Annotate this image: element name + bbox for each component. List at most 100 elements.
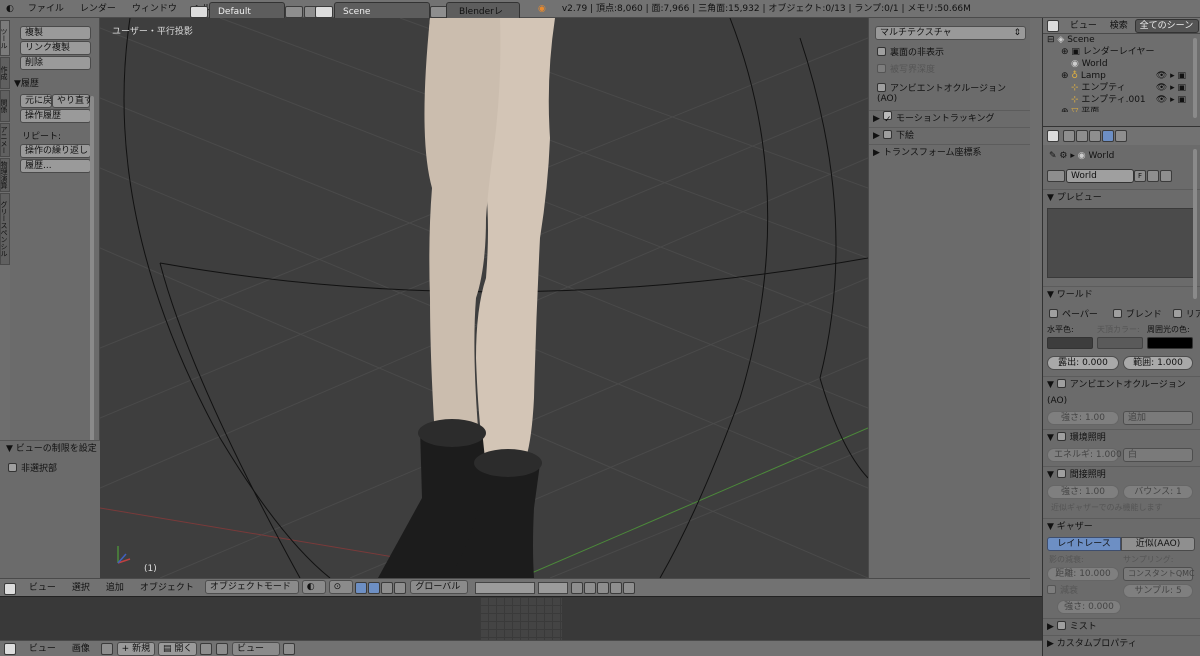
world-panel-header[interactable]: ▼ ワールド — [1043, 286, 1200, 303]
ao-checkbox[interactable] — [877, 83, 886, 92]
motion-tracking-header[interactable]: ▶ ✓ モーショントラッキング — [869, 110, 1030, 127]
blender-icon[interactable]: ◐ — [0, 0, 20, 18]
world-browse-icon[interactable] — [1047, 169, 1065, 182]
undo-history-button[interactable]: 操作履歴 — [20, 109, 91, 123]
env-panel-header[interactable]: ▼ 環境照明 — [1043, 429, 1200, 446]
editor-type-icon[interactable] — [4, 582, 16, 595]
gather-panel-header[interactable]: ▼ ギャザー — [1043, 518, 1200, 535]
image-menu-image[interactable]: 画像 — [64, 641, 98, 656]
mist-enable-checkbox[interactable] — [1056, 621, 1066, 630]
ao-blend-dropdown[interactable]: 追加 — [1123, 411, 1193, 425]
transform-orientation-header[interactable]: ▶ トランスフォーム座標系 — [869, 144, 1030, 161]
duplicate-button[interactable]: 複製 — [20, 26, 91, 40]
image-menu-view[interactable]: ビュー — [21, 641, 64, 656]
real-option[interactable]: リアルス — [1172, 309, 1200, 320]
menu-add[interactable]: 追加 — [98, 579, 132, 597]
unselected-checkbox[interactable] — [8, 463, 17, 472]
motion-tracking-checkbox[interactable]: ✓ — [883, 111, 892, 125]
layer-buttons[interactable] — [475, 581, 536, 594]
render-preview-icon[interactable] — [622, 581, 635, 594]
dof-checkbox[interactable] — [877, 64, 886, 73]
menu-file[interactable]: ファイル — [20, 0, 72, 18]
outliner-row-lamp[interactable]: ⊕ ♁ Lamp 👁 ▸ ▣ — [1047, 70, 1200, 82]
world-name-field[interactable]: World — [1066, 169, 1134, 183]
image-view-dropdown[interactable]: ビュー — [231, 642, 280, 656]
ao-enable-checkbox[interactable] — [1056, 379, 1066, 388]
ambient-color-swatch[interactable] — [1147, 337, 1193, 349]
outliner-menu-search[interactable]: 検索 — [1106, 21, 1132, 31]
outliner-row-render-layer[interactable]: ⊕ ▣ レンダーレイヤー — [1047, 46, 1200, 58]
preview-header[interactable]: ▼ プレビュー — [1043, 189, 1200, 206]
repeat-history-button[interactable]: 履歴... — [20, 159, 91, 173]
pivot-dropdown[interactable]: ⊙ — [328, 580, 353, 594]
unselected-option[interactable]: 非選択部 — [0, 457, 100, 478]
render-layers-tab-icon[interactable] — [1075, 130, 1088, 142]
lock-layers-icon[interactable] — [570, 581, 583, 594]
render-tab-icon[interactable] — [1062, 130, 1075, 142]
mist-panel-header[interactable]: ▶ ミスト — [1043, 618, 1200, 635]
background-images-header[interactable]: ▶ 下絵 — [869, 127, 1030, 144]
outliner-menu-view[interactable]: ビュー — [1064, 21, 1103, 31]
real-checkbox[interactable] — [1172, 309, 1182, 318]
image-editor-type-icon[interactable] — [4, 643, 16, 655]
3d-viewport[interactable]: ユーザー・平行投影 (1) — [100, 18, 868, 578]
manipulator-toggle-icon[interactable] — [355, 581, 368, 594]
ao-strength-field[interactable]: 強さ: 1.00 — [1047, 411, 1119, 425]
menu-object[interactable]: オブジェクト — [132, 579, 202, 597]
tab-relations[interactable]: 関係 — [0, 90, 10, 122]
open-image-button[interactable]: ▤ 開く — [157, 642, 198, 656]
paper-checkbox[interactable] — [1049, 309, 1058, 318]
pin-icon[interactable] — [200, 642, 213, 655]
texture-tab-icon[interactable] — [1114, 130, 1127, 142]
outliner-row-scene[interactable]: ⊟ ◈ Scene — [1047, 34, 1200, 46]
menu-view[interactable]: ビュー — [21, 579, 64, 597]
blend-checkbox[interactable] — [1112, 309, 1122, 318]
indirect-panel-header[interactable]: ▼ 間接照明 — [1043, 466, 1200, 483]
menu-select[interactable]: 選択 — [64, 579, 98, 597]
bounce-field[interactable]: バウンス: 1 — [1123, 485, 1193, 499]
properties-scrollbar[interactable] — [1193, 149, 1197, 299]
tab-physics[interactable]: 物理演算 — [0, 158, 10, 192]
paper-option[interactable]: ペーパー — [1049, 309, 1098, 320]
tab-tools[interactable]: ツール — [0, 20, 10, 56]
layer-buttons-2[interactable] — [538, 581, 569, 594]
image-browse-icon[interactable] — [100, 642, 113, 655]
tool-shelf-scrollbar[interactable] — [90, 96, 94, 456]
env-enable-checkbox[interactable] — [1056, 432, 1066, 441]
view-limit-header[interactable]: ▼ ビューの制限を設定 — [0, 441, 100, 457]
tab-create[interactable]: 作成 — [0, 57, 10, 89]
outliner-row-world[interactable]: ◉ World — [1047, 58, 1200, 70]
indirect-strength-field[interactable]: 強さ: 1.00 — [1047, 485, 1119, 499]
snap-target-icon[interactable] — [596, 581, 609, 594]
new-image-button[interactable]: + 新規 — [116, 642, 156, 656]
tab-animation[interactable]: アニメーション — [0, 123, 10, 157]
repeat-last-button[interactable]: 操作の繰り返し — [20, 144, 91, 158]
exposure-field[interactable]: 露出: 0.000 — [1047, 356, 1119, 370]
pivot-image-icon[interactable] — [282, 642, 295, 655]
raytrace-button[interactable]: レイトレース — [1047, 537, 1121, 551]
ao-option[interactable]: アンビエントオクルージョン(AO) — [869, 78, 1030, 110]
env-energy-field[interactable]: エネルギ: 1.000 — [1047, 448, 1122, 462]
proportional-icon[interactable] — [609, 581, 622, 594]
outliner-row-plane[interactable]: ⊕ ▽ 平面 — [1047, 106, 1200, 112]
snap-icon[interactable] — [583, 581, 596, 594]
fake-user-button[interactable]: F — [1134, 169, 1146, 182]
custom-props-header[interactable]: ▶ カスタムプロパティ — [1043, 635, 1200, 652]
delete-button[interactable]: 削除 — [20, 56, 91, 70]
image-editor-area[interactable] — [0, 596, 1042, 641]
properties-type-icon[interactable] — [1047, 130, 1059, 142]
falloff-checkbox[interactable] — [1047, 585, 1056, 594]
scale-icon[interactable] — [394, 581, 407, 594]
env-color-dropdown[interactable]: 白 — [1123, 448, 1193, 462]
mode-dropdown[interactable]: オブジェクトモード — [204, 580, 299, 594]
pin-icon[interactable]: ✎ — [1049, 151, 1057, 161]
horizon-color-swatch[interactable] — [1047, 337, 1093, 349]
undo-button[interactable]: 元に戻す — [20, 94, 61, 108]
scene-tab-icon[interactable] — [1088, 130, 1101, 142]
backface-checkbox[interactable] — [877, 47, 886, 56]
add-world-icon[interactable] — [1147, 169, 1159, 182]
redo-button[interactable]: やり直す — [52, 94, 93, 108]
orientation-dropdown[interactable]: グローバル — [410, 580, 469, 594]
shading-dropdown[interactable]: マルチテクスチャ ⇕ — [875, 26, 1026, 40]
zenith-color-swatch[interactable] — [1097, 337, 1143, 349]
